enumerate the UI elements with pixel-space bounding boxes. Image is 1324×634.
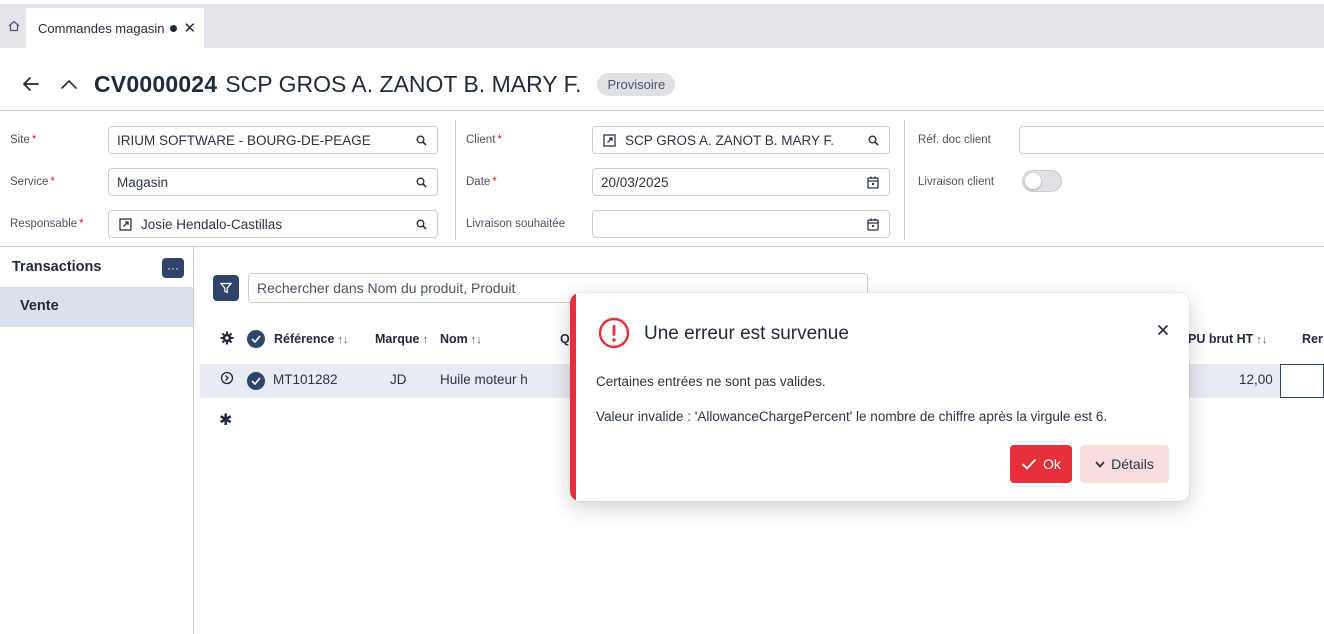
client-label: Client * <box>466 134 502 146</box>
open-external-icon[interactable] <box>601 132 617 148</box>
filter-button[interactable] <box>213 275 239 301</box>
search-icon[interactable] <box>865 132 881 148</box>
error-accent-bar <box>570 293 576 501</box>
livraison-souhaitee-label: Livraison souhaitée <box>466 218 566 230</box>
dialog-title: Une erreur est survenue <box>644 323 849 344</box>
document-header: CV0000024 SCP GROS A. ZANOT B. MARY F. P… <box>18 64 676 104</box>
ok-label: Ok <box>1043 456 1061 472</box>
transaction-item-vente[interactable]: Vente <box>0 287 193 327</box>
divider <box>0 110 1324 111</box>
search-icon[interactable] <box>413 216 429 232</box>
new-row-marker[interactable]: ✱ <box>219 410 232 430</box>
column-header-nom[interactable]: Nom ↑↓ <box>440 332 482 346</box>
document-id: CV0000024 <box>94 70 218 97</box>
cell-reference: MT101282 <box>273 372 338 387</box>
expand-row-icon[interactable] <box>220 371 234 388</box>
cell-pu-brut-ht: 12,00 <box>1239 372 1273 387</box>
divider <box>904 120 905 240</box>
livraison-souhaitee-field[interactable] <box>592 210 890 238</box>
chevron-up-icon[interactable] <box>56 71 82 97</box>
service-label: Service * <box>10 176 55 188</box>
livraison-client-label: Livraison client <box>918 176 995 188</box>
tab-label: Commandes magasin <box>38 20 165 36</box>
dialog-message: Certaines entrées ne sont pas valides. <box>596 374 826 389</box>
column-header-pu-brut-ht[interactable]: PU brut HT ↑↓ <box>1188 332 1267 346</box>
search-icon[interactable] <box>413 132 429 148</box>
back-arrow-icon[interactable] <box>18 71 44 97</box>
document-title: SCP GROS A. ZANOT B. MARY F. <box>225 70 582 97</box>
cell-nom: Huile moteur h <box>440 372 528 387</box>
site-label: Site * <box>10 134 37 146</box>
toggle-knob <box>1025 173 1041 189</box>
responsable-label: Responsable * <box>10 218 84 230</box>
column-header-reference[interactable]: Référence ↑↓ <box>274 332 348 346</box>
site-field[interactable]: IRIUM SOFTWARE - BOURG-DE-PEAGE <box>108 126 438 154</box>
calendar-icon[interactable] <box>865 216 881 232</box>
filter-icon <box>220 282 232 294</box>
unsaved-dot-icon <box>170 24 178 32</box>
error-exclamation-icon <box>598 317 630 349</box>
close-icon[interactable] <box>1152 319 1174 341</box>
ok-button[interactable]: Ok <box>1010 445 1072 483</box>
client-field[interactable]: SCP GROS A. ZANOT B. MARY F. <box>592 126 890 154</box>
home-icon[interactable] <box>4 14 24 38</box>
livraison-client-toggle[interactable] <box>1022 170 1062 192</box>
column-header-marque[interactable]: Marque ↑ <box>375 332 428 346</box>
calendar-icon[interactable] <box>865 174 881 190</box>
status-badge: Provisoire <box>597 72 676 96</box>
divider <box>455 120 456 240</box>
column-header-remise[interactable]: Rer <box>1302 332 1323 346</box>
ref-doc-client-field[interactable] <box>1019 126 1324 154</box>
divider <box>0 246 1324 247</box>
details-label: Détails <box>1111 456 1154 472</box>
document-form: Site * IRIUM SOFTWARE - BOURG-DE-PEAGE Se… <box>0 120 1324 246</box>
column-header-quantite[interactable]: Q <box>560 332 570 346</box>
more-options-button[interactable]: ··· <box>162 258 184 278</box>
service-field[interactable]: Magasin <box>108 168 438 196</box>
ref-doc-client-label: Réf. doc client <box>918 134 991 146</box>
cell-marque: JD <box>390 372 407 387</box>
cell-remise-input[interactable] <box>1280 364 1324 398</box>
responsable-field[interactable]: Josie Hendalo-Castillas <box>108 210 438 238</box>
tab-commandes-magasin[interactable]: Commandes magasin ✕ <box>26 8 204 48</box>
transactions-panel: Transactions ··· Vente <box>0 247 194 634</box>
tab-close-icon[interactable]: ✕ <box>183 19 196 37</box>
date-field[interactable]: 20/03/2025 <box>592 168 890 196</box>
details-button[interactable]: Détails <box>1080 445 1169 483</box>
row-check-icon[interactable] <box>247 372 265 390</box>
transactions-title: Transactions <box>12 259 102 275</box>
checkmark-icon <box>1021 458 1037 470</box>
chevron-down-icon <box>1095 460 1105 468</box>
open-external-icon[interactable] <box>117 216 133 232</box>
tab-bar: Commandes magasin ✕ <box>0 0 1324 48</box>
search-icon[interactable] <box>413 174 429 190</box>
error-dialog: Une erreur est survenue Certaines entrée… <box>570 293 1189 501</box>
settings-gear-icon[interactable] <box>220 331 234 348</box>
date-label: Date * <box>466 176 497 188</box>
select-all-check-icon[interactable] <box>247 330 265 348</box>
dialog-detail-message: Valeur invalide : 'AllowanceChargePercen… <box>596 409 1108 424</box>
